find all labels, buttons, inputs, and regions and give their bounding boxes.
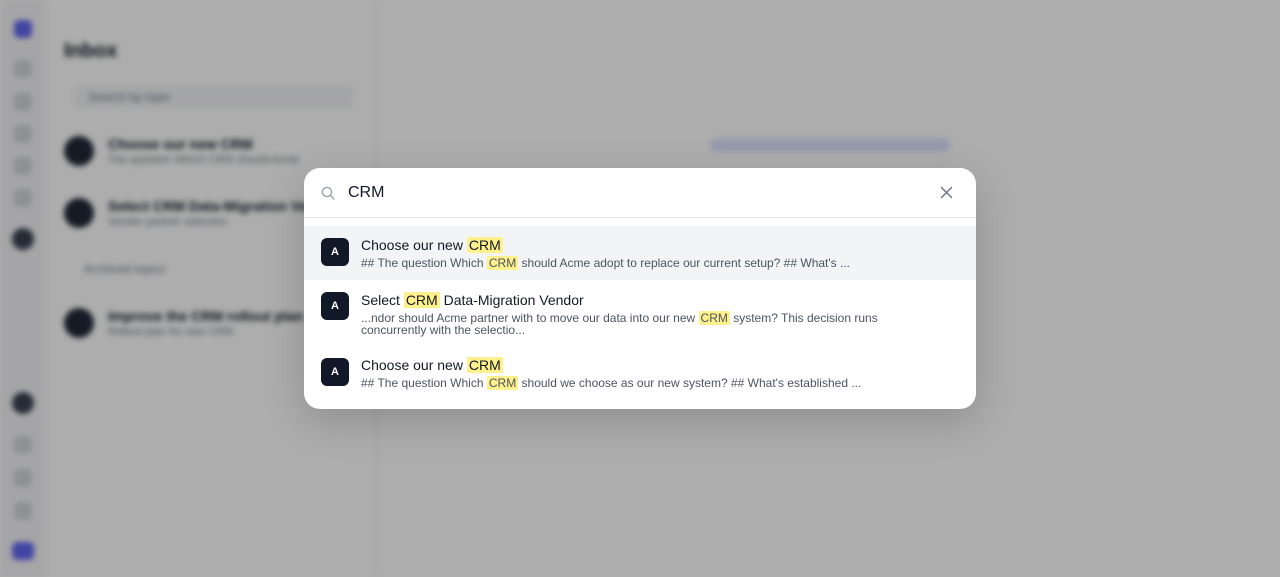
match-highlight: CRM [486,376,519,390]
close-icon[interactable] [940,186,953,199]
match-highlight: CRM [486,256,519,270]
result-badge: A [321,358,349,386]
result-snippet: ## The question Which CRM should Acme ad… [361,256,850,270]
match-highlight: CRM [698,311,730,325]
result-title: Choose our new CRM [361,237,503,253]
result-snippet: ...ndor should Acme partner with to move… [361,311,878,337]
search-icon [321,186,335,200]
search-result[interactable]: A Choose our new CRM ## The question Whi… [304,346,976,400]
search-result[interactable]: A Choose our new CRM ## The question Whi… [304,226,976,280]
match-highlight: CRM [466,237,503,253]
result-title: Choose our new CRM [361,357,503,373]
search-input[interactable] [348,180,908,206]
result-badge: A [321,238,349,266]
result-badge: A [321,292,349,320]
result-snippet: ## The question Which CRM should we choo… [361,376,862,390]
match-highlight: CRM [403,292,440,308]
match-highlight: CRM [466,357,503,373]
search-result[interactable]: A Select CRM Data-Migration Vendor ...nd… [304,280,976,346]
result-title: Select CRM Data-Migration Vendor [361,292,584,308]
search-modal: A Choose our new CRM ## The question Whi… [304,168,976,409]
search-bar [304,168,976,218]
